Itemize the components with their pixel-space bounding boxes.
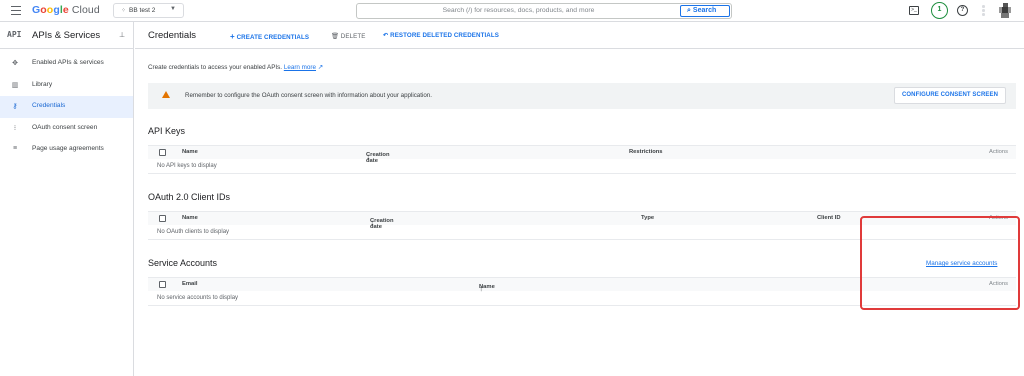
pin-icon[interactable]: ⊥ [119,31,125,39]
chevron-down-icon: ▼ [170,6,176,12]
warning-icon [162,91,170,98]
intro-text: Create credentials to access your enable… [148,64,324,71]
settings-list-icon: ≡ [12,145,18,152]
sidebar-item-label: Library [32,80,53,88]
restore-credentials-button[interactable]: ↶ RESTORE DELETED CREDENTIALS [383,32,499,39]
trash-icon: 🗑 [331,33,339,40]
search-icon: ⌕ [687,7,691,14]
key-icon: ⚷ [12,103,18,110]
page-title: Credentials [148,30,197,41]
undo-icon: ↶ [383,32,389,39]
sidebar-item-library[interactable]: ▥ Library [0,75,133,97]
more-options-icon[interactable] [982,5,985,17]
select-all-checkbox[interactable] [159,149,166,156]
notification-badge[interactable]: 1 [931,2,948,19]
consent-warning-banner: Remember to configure the OAuth consent … [148,83,1016,109]
column-client-id[interactable]: Client ID [817,215,841,221]
sidebar: API APIs & Services ⊥ ✥ Enabled APIs & s… [0,22,134,376]
library-icon: ▥ [11,81,19,89]
service-accounts-title: Service Accounts [148,258,218,268]
sidebar-item-enabled-apis[interactable]: ✥ Enabled APIs & services [0,53,133,75]
cloud-shell-icon[interactable]: >_ [909,6,919,15]
search-button[interactable]: ⌕ Search [680,5,730,17]
learn-more-link[interactable]: Learn more [284,64,316,71]
avatar[interactable] [997,3,1014,19]
enabled-apis-icon: ✥ [12,60,18,67]
page-header: Credentials + CREATE CREDENTIALS 🗑 DELET… [135,22,1024,49]
project-name: BB test 2 [129,7,156,14]
sidebar-header: API APIs & Services ⊥ [0,22,133,49]
search-bar[interactable]: Search (/) for resources, docs, products… [356,3,732,19]
sidebar-item-label: Page usage agreements [32,145,104,152]
api-icon: API [7,30,22,39]
sidebar-item-credentials[interactable]: ⚷ Credentials [0,96,133,118]
api-keys-table-header: Name Creation date ↓ Restrictions Action… [148,145,1016,164]
consent-icon: ⁝ [13,124,17,132]
sidebar-item-label: Enabled APIs & services [32,59,104,66]
project-icon: ⁘ [121,8,127,14]
menu-icon[interactable] [11,6,21,15]
column-actions: Actions [988,149,1008,155]
sidebar-title: APIs & Services [32,30,101,41]
google-cloud-logo[interactable]: Google Cloud [32,4,100,16]
help-icon[interactable]: ? [957,5,968,16]
sidebar-item-oauth-consent[interactable]: ⁝ OAuth consent screen [0,118,133,140]
column-restrictions[interactable]: Restrictions [629,149,663,155]
api-keys-empty-row: No API keys to display [148,160,1016,174]
plus-icon: + [230,32,235,41]
search-input[interactable]: Search (/) for resources, docs, products… [357,7,680,14]
top-bar: Google Cloud ⁘ BB test 2 ▼ Search (/) for… [0,0,1024,22]
project-selector[interactable]: ⁘ BB test 2 ▼ [113,3,184,18]
sidebar-item-page-usage[interactable]: ≡ Page usage agreements [0,139,133,161]
external-link-icon: ↗ [316,64,324,71]
select-all-checkbox[interactable] [159,215,166,222]
sidebar-item-label: OAuth consent screen [32,123,98,131]
oauth-title: OAuth 2.0 Client IDs [148,192,231,202]
column-email[interactable]: Email [182,281,197,287]
create-credentials-button[interactable]: + CREATE CREDENTIALS [230,32,309,41]
column-name[interactable]: Name [182,215,198,221]
column-name[interactable]: Name [182,149,198,155]
select-all-checkbox[interactable] [159,281,166,288]
delete-button[interactable]: 🗑 DELETE [331,32,365,40]
highlight-annotation-box [860,216,1020,310]
configure-consent-button[interactable]: CONFIGURE CONSENT SCREEN [894,87,1006,104]
column-type[interactable]: Type [641,215,654,221]
api-keys-title: API Keys [148,126,186,136]
sidebar-item-label: Credentials [32,102,66,109]
